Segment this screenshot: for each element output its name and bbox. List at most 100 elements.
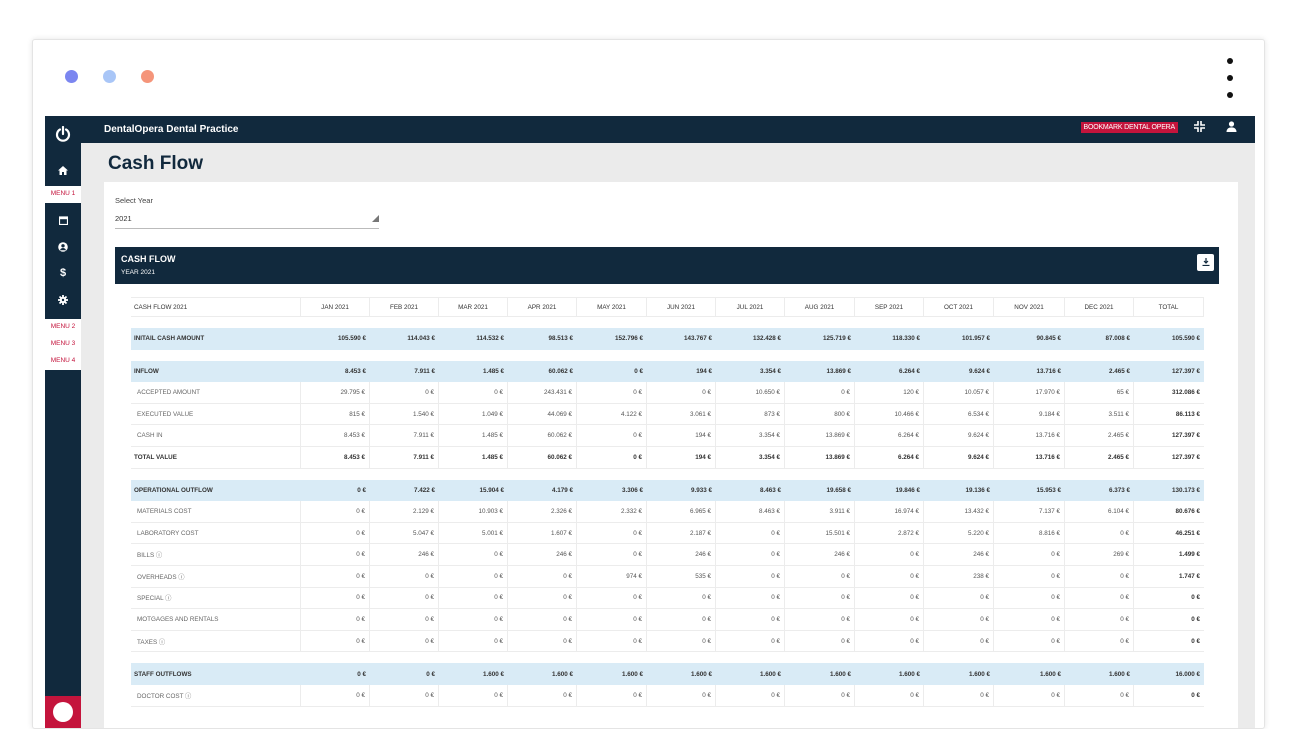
table-cell: 16.974 € bbox=[855, 501, 924, 522]
sidebar: MENU 1 $ MENU 2 MENU 3 MENU 4 bbox=[45, 116, 81, 728]
table-cell: 7.911 € bbox=[370, 425, 439, 446]
fullscreen-icon[interactable] bbox=[1191, 121, 1207, 137]
more-options-icon[interactable] bbox=[1226, 58, 1234, 100]
table-row: MOTGAGES AND RENTALS 0 €0 €0 €0 €0 €0 €0 … bbox=[131, 609, 1204, 631]
bookmark-button[interactable]: BOOKMARK DENTAL OPERA bbox=[1080, 122, 1178, 133]
window-dot-lightblue[interactable] bbox=[103, 70, 116, 83]
table-cell: 3.061 € bbox=[647, 403, 716, 425]
table-cell: 238 € bbox=[924, 565, 994, 587]
table-cell: 1.485 € bbox=[482, 367, 504, 375]
table-cell: 0 € bbox=[716, 587, 785, 609]
table-cell: 7.422 € bbox=[413, 486, 435, 494]
row-label: OPERATIONAL OUTFLOW bbox=[134, 486, 213, 494]
table-cell: 0 € bbox=[647, 684, 716, 706]
table-cell: 101.957 € bbox=[961, 335, 990, 343]
menu-3-label[interactable]: MENU 3 bbox=[45, 340, 81, 347]
table-cell: 0 € bbox=[577, 630, 647, 652]
row-gap bbox=[131, 350, 1204, 361]
table-cell: 60.062 € bbox=[508, 446, 577, 468]
column-header: APR 2021 bbox=[508, 298, 577, 316]
table-row: OPERATIONAL OUTFLOW 0 € 7.422 € 15.904 € 4.1… bbox=[131, 479, 1204, 502]
table-cell: 0 € bbox=[924, 684, 994, 706]
calendar-icon[interactable] bbox=[45, 211, 81, 231]
table-cell: 0 € bbox=[439, 544, 508, 565]
table-cell: 6.264 € bbox=[898, 367, 920, 375]
table-cell: 2.187 € bbox=[647, 522, 716, 544]
table-cell: 0 € bbox=[1191, 594, 1200, 602]
table-cell: 0 € bbox=[1191, 615, 1200, 623]
table-cell: 114.043 € bbox=[407, 335, 435, 343]
table-cell: 13.869 € bbox=[785, 425, 855, 446]
menu-2-label[interactable]: MENU 2 bbox=[45, 323, 81, 330]
gear-icon[interactable] bbox=[45, 290, 81, 310]
table-row: BILLS ⓘ 0 €246 €0 €246 €0 €246 €0 €246 €0… bbox=[131, 544, 1204, 566]
column-header: JAN 2021 bbox=[301, 298, 370, 316]
table-row: DOCTOR COST ⓘ 0 €0 €0 €0 €0 €0 €0 €0 €0 €… bbox=[131, 684, 1204, 707]
table-cell: 0 € bbox=[994, 609, 1065, 630]
table-cell: 9.624 € bbox=[924, 446, 994, 468]
row-label: INITAIL CASH AMOUNT bbox=[134, 335, 205, 343]
table-cell: 5.220 € bbox=[924, 522, 994, 544]
table-cell: 0 € bbox=[439, 684, 508, 706]
table-cell: 13.716 € bbox=[994, 446, 1065, 468]
table-row: TOTAL VALUE 8.453 €7.911 €1.485 €60.062 €… bbox=[131, 446, 1204, 469]
table-cell: 0 € bbox=[577, 446, 647, 468]
table-cell: 1.600 € bbox=[690, 670, 712, 678]
table-cell: 0 € bbox=[357, 486, 366, 494]
table-cell: 0 € bbox=[855, 630, 924, 652]
table-cell: 13.869 € bbox=[785, 446, 855, 468]
table-cell: 0 € bbox=[370, 587, 439, 609]
row-label: EXECUTED VALUE bbox=[131, 403, 301, 425]
table-cell: 127.397 € bbox=[1171, 432, 1200, 440]
table-cell: 0 € bbox=[508, 609, 577, 630]
table-row: INFLOW 8.453 € 7.911 € 1.485 € 60.062 € 0 € 19… bbox=[131, 360, 1204, 383]
table-cell: 0 € bbox=[855, 544, 924, 565]
table-cell: 3.354 € bbox=[716, 425, 785, 446]
home-icon[interactable] bbox=[45, 161, 81, 181]
table-row: LABORATORY COST 0 €5.047 €5.001 €1.607 €0… bbox=[131, 522, 1204, 545]
user-icon[interactable] bbox=[1223, 121, 1239, 137]
table-cell: 8.453 € bbox=[301, 446, 370, 468]
column-header: NOV 2021 bbox=[994, 298, 1065, 316]
table-cell: 0 € bbox=[716, 609, 785, 630]
user-circle-icon[interactable] bbox=[45, 237, 81, 257]
menu-4-label[interactable]: MENU 4 bbox=[45, 357, 81, 364]
window-dot-blue[interactable] bbox=[65, 70, 78, 83]
table-cell: 243.431 € bbox=[508, 382, 577, 403]
table-cell: 152.796 € bbox=[614, 335, 643, 343]
table-cell: 0 € bbox=[785, 587, 855, 609]
table-cell: 143.767 € bbox=[683, 335, 712, 343]
table-cell: 15.904 € bbox=[479, 486, 504, 494]
table-cell: 246 € bbox=[508, 544, 577, 565]
page-title: Cash Flow bbox=[108, 153, 204, 174]
table-cell: 1.485 € bbox=[439, 446, 508, 468]
dollar-icon[interactable]: $ bbox=[45, 263, 81, 283]
table-cell: 0 € bbox=[508, 684, 577, 706]
help-button[interactable] bbox=[45, 696, 81, 728]
table-row: OVERHEADS ⓘ 0 €0 €0 €0 €974 €535 €0 €0 €0… bbox=[131, 565, 1204, 588]
table-cell: 6.264 € bbox=[855, 446, 924, 468]
download-icon[interactable] bbox=[1197, 254, 1214, 271]
cash-flow-header: CASH FLOW YEAR 2021 bbox=[115, 247, 1219, 284]
table-header-row: CASH FLOW 2021 JAN 2021 FEB 2021 MAR 2021 AP… bbox=[131, 297, 1204, 317]
menu-1-label[interactable]: MENU 1 bbox=[45, 190, 81, 197]
table-cell: 0 € bbox=[924, 630, 994, 652]
row-label: ACCEPTED AMOUNT bbox=[131, 382, 301, 403]
table-cell: 8.453 € bbox=[344, 367, 366, 375]
app: DentalOpera Dental Practice BOOKMARK DEN… bbox=[45, 116, 1255, 728]
select-year-dropdown[interactable]: 2021 bbox=[115, 214, 379, 229]
table-cell: 1.747 € bbox=[1178, 572, 1200, 580]
table-cell: 0 € bbox=[577, 587, 647, 609]
table-cell: 2.465 € bbox=[1108, 367, 1130, 375]
window-dot-orange[interactable] bbox=[141, 70, 154, 83]
table-cell: 7.911 € bbox=[370, 446, 439, 468]
table-cell: 0 € bbox=[577, 382, 647, 403]
table-cell: 1.540 € bbox=[370, 403, 439, 425]
table-cell: 0 € bbox=[855, 609, 924, 630]
content-panel: Select Year 2021 CASH FLOW YEAR 2021 CAS… bbox=[104, 182, 1238, 728]
power-icon[interactable] bbox=[45, 122, 81, 146]
table-cell: 246 € bbox=[647, 544, 716, 565]
table-cell: 246 € bbox=[924, 544, 994, 565]
table-cell: 0 € bbox=[370, 609, 439, 630]
table-cell: 127.397 € bbox=[1171, 367, 1200, 375]
